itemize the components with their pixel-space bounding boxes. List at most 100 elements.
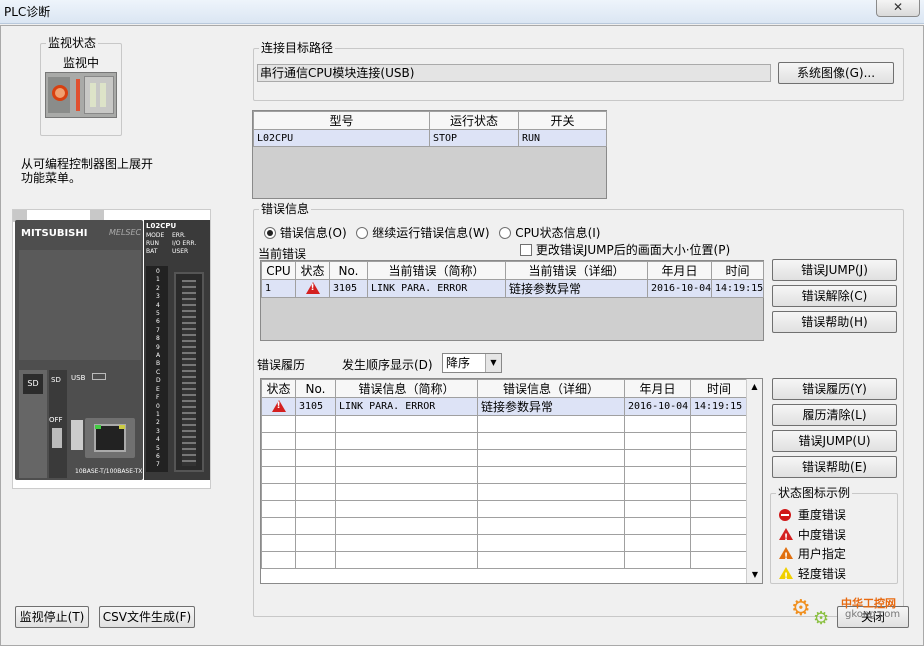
- io-number-label: A: [156, 352, 161, 360]
- col-run-state: 运行状态: [429, 111, 519, 130]
- history-empty-row: [261, 415, 748, 433]
- order-select[interactable]: 降序 ▼: [442, 353, 502, 373]
- history-row[interactable]: 3105 LINK PARA. ERROR 链接参数异常 2016-10-04 …: [261, 397, 748, 416]
- sd-label: SD: [51, 376, 61, 384]
- col-h-time: 时间: [690, 379, 748, 398]
- plc-menu-hint: 从可编程控制器图上展开功能菜单。: [21, 157, 154, 185]
- connection-path-group: 连接目标路径 串行通信CPU模块连接(USB) 系统图像(G)...: [253, 41, 904, 101]
- io-led-column: 0123456789ABCDEF01234567: [146, 266, 168, 472]
- scroll-up-icon[interactable]: ▲: [747, 379, 762, 395]
- current-error-row[interactable]: 1 3105 LINK PARA. ERROR 链接参数异常 2016-10-0…: [261, 279, 764, 298]
- window-close-button[interactable]: ✕: [876, 0, 920, 17]
- moderate-error-icon: [779, 527, 793, 548]
- io-number-label: 7: [156, 326, 160, 334]
- usb-label: USB: [71, 374, 86, 382]
- legend-moderate: 中度错误: [779, 526, 846, 548]
- cpu-switch-cell: RUN: [518, 129, 607, 147]
- ethernet-label: 10BASE-T/100BASE-TX: [75, 468, 143, 475]
- error-history-label: 错误履历: [257, 358, 306, 372]
- sd-slot: SD: [23, 374, 43, 394]
- io-number-label: 1: [156, 410, 160, 418]
- io-number-label: 0: [156, 268, 160, 275]
- history-empty-row: [261, 517, 748, 535]
- io-number-label: 5: [156, 444, 160, 452]
- io-number-label: 4: [156, 301, 160, 309]
- melsec-logo: MELSEC: [109, 228, 142, 237]
- legend-major: 重度错误: [779, 506, 846, 526]
- history-jump-button[interactable]: 错误JUMP(U): [772, 430, 897, 452]
- history-empty-row: [261, 500, 748, 518]
- col-switch: 开关: [518, 111, 607, 130]
- history-empty-row: [261, 483, 748, 501]
- col-h-date: 年月日: [624, 379, 691, 398]
- error-jump-button[interactable]: 错误JUMP(J): [772, 259, 897, 281]
- status-icon-legend: 状态图标示例 重度错误 中度错误 用户指定: [770, 486, 898, 587]
- title-bar: PLC诊断 ✕: [0, 0, 924, 24]
- monitoring-animation-icon: [45, 72, 117, 118]
- col-h-short: 错误信息（简称）: [335, 379, 478, 398]
- history-help-button[interactable]: 错误帮助(E): [772, 456, 897, 478]
- close-button[interactable]: 关闭: [837, 606, 909, 628]
- monitor-stop-button[interactable]: 监视停止(T): [15, 606, 89, 628]
- io-number-label: 1: [156, 276, 160, 284]
- window-title: PLC诊断: [4, 5, 51, 19]
- io-number-label: E: [156, 385, 160, 393]
- usb-port: USB: [71, 373, 131, 391]
- system-image-button[interactable]: 系统图像(G)...: [778, 62, 894, 84]
- io-number-label: 7: [156, 461, 160, 469]
- io-number-label: 8: [156, 335, 160, 343]
- current-error-table: CPU 状态 No. 当前错误（简称） 当前错误（详细） 年月日 时间 1 31…: [260, 260, 764, 341]
- radio-error-info[interactable]: 错误信息(O): [264, 226, 347, 240]
- history-empty-row: [261, 534, 748, 552]
- radio-cpu-status[interactable]: CPU状态信息(I): [499, 226, 601, 240]
- history-scrollbar[interactable]: ▲ ▼: [746, 379, 762, 583]
- col-error-detail: 当前错误（详细）: [505, 261, 648, 280]
- legend-user: 用户指定: [779, 545, 846, 568]
- io-number-label: 5: [156, 310, 160, 318]
- history-empty-row: [261, 432, 748, 450]
- user-specified-icon: [779, 547, 793, 568]
- io-number-label: 0: [156, 402, 160, 410]
- io-number-label: 3: [156, 293, 160, 301]
- error-type-radio-group: 错误信息(O) 继续运行错误信息(W) CPU状态信息(I): [264, 224, 601, 241]
- io-number-label: B: [156, 360, 161, 368]
- client-area: 监视状态 监视中 从可编程控制器图上展开功能菜单。 MITSUBISHI MEL…: [0, 25, 924, 646]
- error-history-table: 状态 No. 错误信息（简称） 错误信息（详细） 年月日 时间 3105 LIN…: [260, 378, 763, 584]
- off-switch-label: OFF: [49, 416, 63, 424]
- col-date: 年月日: [647, 261, 712, 280]
- monitor-status-label: 监视状态: [46, 36, 99, 50]
- io-number-label: 6: [156, 318, 160, 326]
- error-info-group: 错误信息 错误信息(O) 继续运行错误信息(W) CPU状态信息(I) 更改错误…: [253, 202, 904, 617]
- chevron-down-icon[interactable]: ▼: [485, 354, 501, 372]
- mitsubishi-logo: MITSUBISHI: [21, 228, 88, 239]
- monitor-status-group: 监视状态 监视中: [40, 36, 122, 136]
- error-help-button[interactable]: 错误帮助(H): [772, 311, 897, 333]
- csv-export-button[interactable]: CSV文件生成(F): [99, 606, 195, 628]
- io-number-label: 6: [156, 452, 160, 460]
- error-history-button[interactable]: 错误履历(Y): [772, 378, 897, 400]
- radio-continue-error[interactable]: 继续运行错误信息(W): [356, 226, 490, 240]
- col-model: 型号: [253, 111, 430, 130]
- col-time: 时间: [711, 261, 764, 280]
- connection-path-field: 串行通信CPU模块连接(USB): [257, 64, 771, 82]
- io-number-label: 3: [156, 427, 160, 435]
- io-number-label: D: [156, 377, 161, 385]
- col-h-no: No.: [295, 379, 336, 398]
- cpu-state-cell: STOP: [429, 129, 519, 147]
- led-labels-right: ERR. I/O ERR. USER: [172, 232, 197, 255]
- scroll-down-icon[interactable]: ▼: [747, 567, 763, 583]
- jump-size-checkbox[interactable]: 更改错误JUMP后的画面大小·位置(P): [520, 241, 730, 258]
- plc-image[interactable]: MITSUBISHI MELSEC SD SD OFF USB 10BASE-T…: [12, 209, 211, 489]
- error-clear-button[interactable]: 错误解除(C): [772, 285, 897, 307]
- cpu-model-label: L02CPU: [146, 222, 177, 230]
- col-h-detail: 错误信息（详细）: [477, 379, 625, 398]
- legend-title: 状态图标示例: [776, 486, 853, 500]
- io-number-label: 2: [156, 419, 160, 427]
- io-number-label: C: [156, 368, 161, 376]
- history-clear-button[interactable]: 履历清除(L): [772, 404, 897, 426]
- history-empty-row: [261, 551, 748, 569]
- cpu-status-table: 型号 运行状态 开关 L02CPU STOP RUN: [252, 110, 607, 199]
- io-panel: L02CPU MODE RUN BAT ERR. I/O ERR. USER 01234…: [144, 220, 210, 480]
- io-number-label: 4: [156, 436, 160, 444]
- io-number-label: 9: [156, 343, 160, 351]
